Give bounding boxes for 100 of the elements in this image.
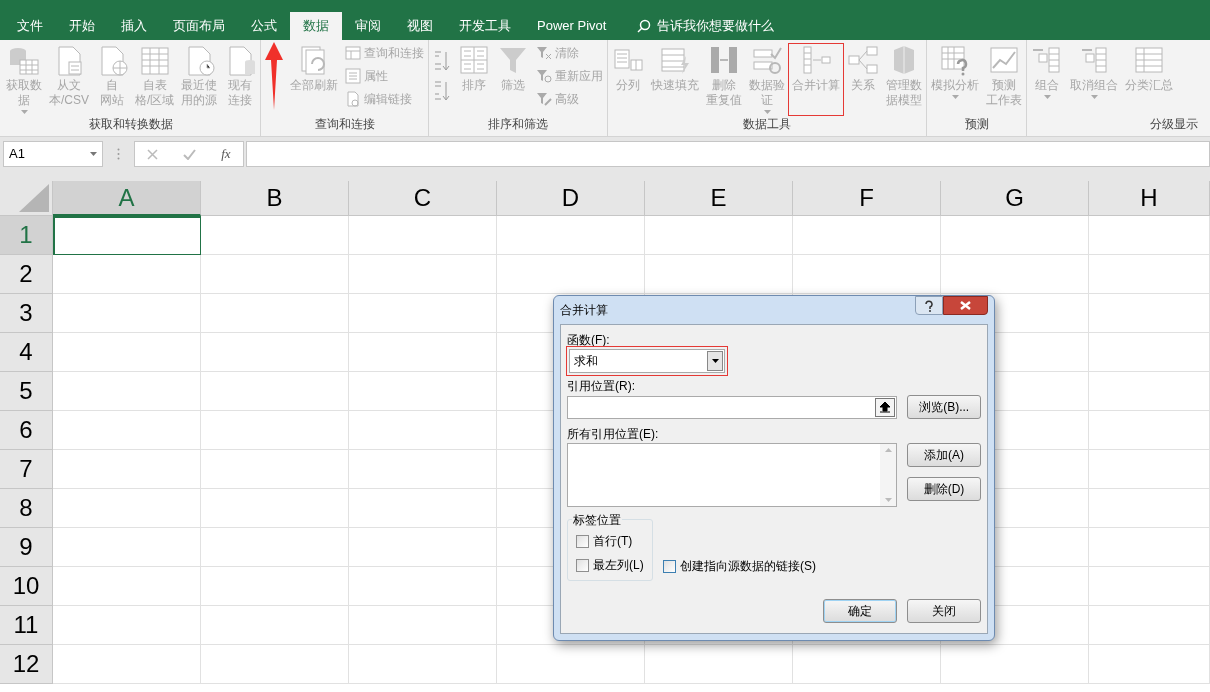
cell[interactable] [201, 450, 349, 489]
row-header[interactable]: 3 [0, 294, 53, 333]
cell[interactable] [1089, 372, 1210, 411]
cell[interactable] [349, 333, 497, 372]
cell[interactable] [201, 489, 349, 528]
cell[interactable] [53, 645, 201, 684]
cell[interactable] [497, 216, 645, 255]
checkbox[interactable] [576, 558, 589, 572]
cell[interactable] [53, 528, 201, 567]
cancel-button[interactable] [147, 148, 159, 160]
ribbon-tab[interactable]: 开发工具 [446, 12, 524, 40]
cell[interactable] [1089, 450, 1210, 489]
row-header[interactable]: 7 [0, 450, 53, 489]
cell[interactable] [793, 255, 941, 294]
name-box[interactable]: A1 [3, 141, 103, 167]
delete-button[interactable]: 删除(D) [907, 477, 981, 501]
cell[interactable] [349, 411, 497, 450]
scrollbar[interactable] [880, 444, 896, 506]
column-header[interactable]: D [497, 181, 645, 216]
cell[interactable] [201, 606, 349, 645]
row-header[interactable]: 6 [0, 411, 53, 450]
cell[interactable] [201, 645, 349, 684]
cell[interactable] [349, 489, 497, 528]
cell[interactable] [349, 645, 497, 684]
ok-button[interactable]: 确定 [823, 599, 897, 623]
cell[interactable] [201, 372, 349, 411]
cell[interactable] [53, 411, 201, 450]
cell[interactable] [1089, 528, 1210, 567]
row-header[interactable]: 8 [0, 489, 53, 528]
insert-function-button[interactable]: fx [221, 144, 231, 164]
collapse-dialog-button[interactable] [875, 397, 896, 417]
cell[interactable] [201, 294, 349, 333]
cell[interactable] [349, 255, 497, 294]
ribbon-tab[interactable]: 页面布局 [160, 12, 238, 40]
formula-input[interactable] [246, 141, 1210, 167]
ribbon-tab[interactable]: 视图 [394, 12, 446, 40]
cell[interactable] [1089, 294, 1210, 333]
column-header[interactable]: G [941, 181, 1089, 216]
cell[interactable] [645, 216, 793, 255]
references-list[interactable] [567, 443, 897, 507]
cell[interactable] [349, 528, 497, 567]
row-header[interactable]: 9 [0, 528, 53, 567]
add-button[interactable]: 添加(A) [907, 443, 981, 467]
ribbon-tab[interactable]: 数据 [290, 12, 342, 40]
cell[interactable] [53, 333, 201, 372]
cell[interactable] [53, 606, 201, 645]
cell[interactable] [941, 216, 1089, 255]
tell-me-search[interactable]: 告诉我你想要做什么 [657, 16, 775, 36]
row-header[interactable]: 12 [0, 645, 53, 684]
row-header[interactable]: 11 [0, 606, 53, 645]
cell[interactable] [941, 645, 1089, 684]
cell[interactable] [53, 489, 201, 528]
browse-button[interactable]: 浏览(B)... [907, 395, 981, 419]
function-dropdown[interactable]: 求和 [569, 349, 725, 373]
column-header[interactable]: E [645, 181, 793, 216]
ribbon-tab[interactable]: 开始 [56, 12, 108, 40]
checkbox[interactable] [576, 534, 589, 548]
ribbon-tab[interactable]: 审阅 [342, 12, 394, 40]
column-header[interactable]: C [349, 181, 497, 216]
cell[interactable] [1089, 606, 1210, 645]
ribbon-tab[interactable]: 插入 [108, 12, 160, 40]
cell[interactable] [1089, 255, 1210, 294]
ribbon-tab[interactable]: 文件 [4, 12, 56, 40]
row-header[interactable]: 10 [0, 567, 53, 606]
cell[interactable] [53, 255, 201, 294]
column-header[interactable]: H [1089, 181, 1210, 216]
cell[interactable] [201, 255, 349, 294]
cell[interactable] [497, 255, 645, 294]
select-all-corner[interactable] [0, 181, 53, 216]
ribbon-tab[interactable]: 公式 [238, 12, 290, 40]
cell[interactable] [645, 255, 793, 294]
cell[interactable] [1089, 645, 1210, 684]
column-header[interactable]: F [793, 181, 941, 216]
cell[interactable] [793, 216, 941, 255]
cell[interactable] [349, 216, 497, 255]
cell[interactable] [1089, 411, 1210, 450]
cell[interactable] [349, 606, 497, 645]
close-dialog-button[interactable]: 关闭 [907, 599, 981, 623]
row-header[interactable]: 4 [0, 333, 53, 372]
checkbox[interactable] [663, 559, 676, 573]
cell[interactable] [201, 333, 349, 372]
cell[interactable] [201, 216, 349, 255]
row-header[interactable]: 1 [0, 216, 53, 255]
cell[interactable] [201, 411, 349, 450]
cell[interactable] [53, 294, 201, 333]
cell[interactable] [645, 645, 793, 684]
cell[interactable] [349, 372, 497, 411]
cell[interactable] [1089, 567, 1210, 606]
row-header[interactable]: 5 [0, 372, 53, 411]
cell[interactable] [349, 294, 497, 333]
ribbon-tab[interactable]: Power Pivot [524, 12, 620, 40]
cell[interactable] [201, 567, 349, 606]
cell[interactable] [53, 372, 201, 411]
cell[interactable] [53, 567, 201, 606]
cell[interactable] [497, 645, 645, 684]
cell[interactable] [1089, 333, 1210, 372]
help-button[interactable] [915, 296, 943, 315]
cell[interactable] [1089, 489, 1210, 528]
cell[interactable] [793, 645, 941, 684]
enter-button[interactable] [183, 148, 197, 160]
